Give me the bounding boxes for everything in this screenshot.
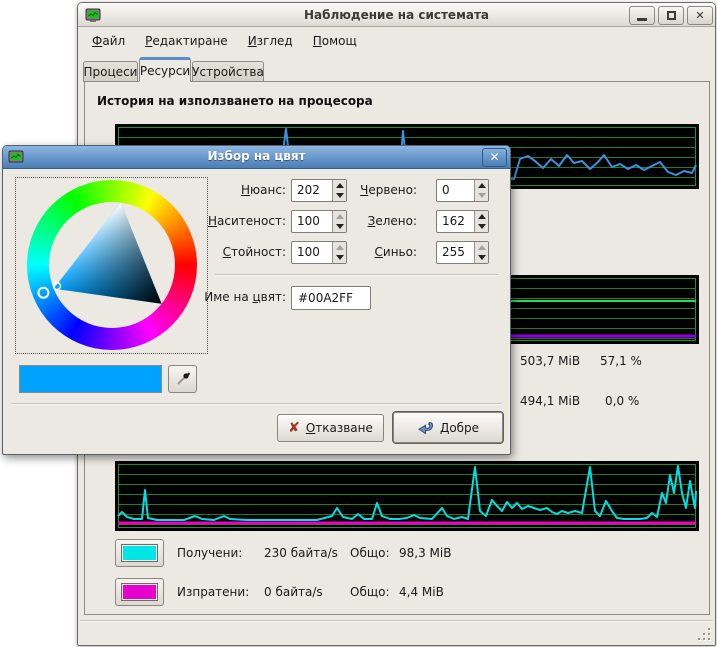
minimize-button[interactable] bbox=[629, 6, 655, 25]
tab-devices[interactable]: Устройства bbox=[192, 61, 264, 82]
memory-used-percent: 57,1 % bbox=[600, 354, 642, 368]
dialog-close-button[interactable]: ✕ bbox=[482, 148, 507, 167]
dialog-titlebar[interactable]: Избор на цвят ✕ bbox=[3, 146, 510, 169]
cancel-icon: ✘ bbox=[288, 421, 300, 435]
received-total: 98,3 MiB bbox=[399, 546, 451, 560]
dialog-close-icon: ✕ bbox=[489, 150, 499, 164]
fields-separator bbox=[215, 274, 498, 276]
sent-color-swatch bbox=[122, 584, 157, 600]
cpu-history-heading: История на използването на процесора bbox=[97, 94, 373, 108]
main-titlebar[interactable]: Наблюдение на системата ✕ bbox=[78, 3, 715, 27]
swap-used-value: 494,1 MiB bbox=[520, 394, 580, 408]
received-legend-row: Получени: 230 байта/s Общо: 98,3 MiB bbox=[115, 539, 675, 568]
blue-label: Синьо: bbox=[333, 245, 417, 259]
blue-spinbutton[interactable]: 255 bbox=[436, 241, 489, 264]
statusbar-separator bbox=[80, 620, 713, 622]
red-up-arrow[interactable] bbox=[475, 180, 488, 191]
menu-file[interactable]: Файл bbox=[90, 32, 127, 50]
tab-processes[interactable]: Процеси bbox=[83, 61, 138, 82]
eyedropper-icon bbox=[175, 371, 191, 387]
eyedropper-button[interactable] bbox=[168, 365, 197, 393]
hsv-triangle[interactable] bbox=[27, 180, 197, 350]
buttons-separator bbox=[11, 403, 502, 405]
green-down-arrow[interactable] bbox=[475, 222, 488, 233]
minimize-icon bbox=[637, 18, 647, 21]
menu-edit[interactable]: Редактиране bbox=[143, 32, 230, 50]
color-name-label: Име на цвят: bbox=[151, 290, 286, 304]
network-received-line bbox=[118, 466, 696, 520]
hue-ring[interactable] bbox=[27, 180, 197, 350]
screen: Наблюдение на системата ✕ Файл Редактира… bbox=[0, 0, 717, 647]
cancel-button[interactable]: ✘ Отказване bbox=[277, 414, 384, 442]
close-icon: ✕ bbox=[695, 10, 704, 21]
swap-used-percent: 0,0 % bbox=[605, 394, 639, 408]
menubar: Файл Редактиране Изглед Помощ bbox=[81, 29, 359, 53]
resize-grip[interactable] bbox=[697, 627, 710, 640]
red-down-arrow[interactable] bbox=[475, 191, 488, 202]
received-rate: 230 байта/s bbox=[264, 546, 338, 560]
value-label: Стойност: bbox=[151, 245, 286, 259]
menu-view[interactable]: Изглед bbox=[246, 32, 295, 50]
color-preview bbox=[19, 365, 162, 393]
received-color-button[interactable] bbox=[115, 539, 164, 567]
sent-total-label: Общо: bbox=[350, 585, 390, 599]
ok-icon bbox=[417, 420, 434, 436]
red-spinbutton[interactable]: 0 bbox=[436, 179, 489, 202]
blue-down-arrow[interactable] bbox=[475, 253, 488, 264]
color-name-input[interactable]: #00A2FF bbox=[291, 286, 371, 310]
window-title: Наблюдение на системата bbox=[78, 8, 715, 22]
green-up-arrow[interactable] bbox=[475, 211, 488, 222]
sent-label: Изпратени: bbox=[177, 585, 249, 599]
menu-help[interactable]: Помощ bbox=[311, 32, 359, 50]
sent-color-button[interactable] bbox=[115, 578, 164, 606]
maximize-button[interactable] bbox=[658, 6, 684, 25]
saturation-label: Наситеност: bbox=[151, 214, 286, 228]
close-button[interactable]: ✕ bbox=[687, 6, 713, 25]
tab-resources[interactable]: Ресурси bbox=[139, 57, 191, 82]
received-label: Получени: bbox=[177, 546, 242, 560]
sent-total: 4,4 MiB bbox=[399, 585, 444, 599]
network-history-chart bbox=[115, 461, 699, 531]
sent-rate: 0 байта/s bbox=[264, 585, 323, 599]
green-label: Зелено: bbox=[333, 214, 417, 228]
ok-button[interactable]: Добре bbox=[393, 412, 503, 443]
dialog-title: Избор на цвят bbox=[3, 149, 510, 163]
received-total-label: Общо: bbox=[350, 546, 390, 560]
blue-up-arrow[interactable] bbox=[475, 242, 488, 253]
hue-selector[interactable] bbox=[38, 288, 48, 298]
green-spinbutton[interactable]: 162 bbox=[436, 210, 489, 233]
red-label: Червено: bbox=[333, 183, 417, 197]
received-color-swatch bbox=[122, 545, 157, 561]
tab-strip: Процеси Ресурси Устройства bbox=[78, 57, 715, 82]
hue-label: Нюанс: bbox=[151, 183, 286, 197]
memory-used-value: 503,7 MiB bbox=[520, 354, 580, 368]
color-picker-dialog: Избор на цвят ✕ bbox=[2, 145, 511, 455]
maximize-icon bbox=[667, 11, 676, 20]
sent-legend-row: Изпратени: 0 байта/s Общо: 4,4 MiB bbox=[115, 578, 675, 607]
